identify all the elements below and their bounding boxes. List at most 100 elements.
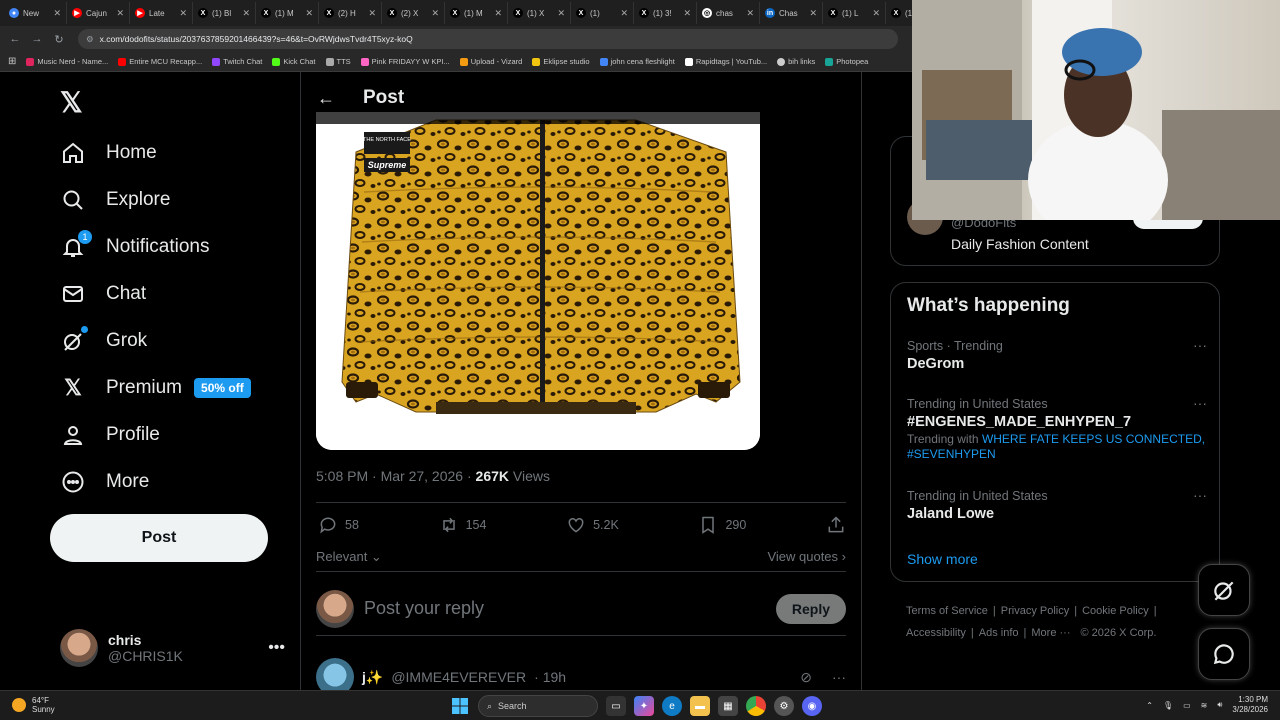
- browser-tab[interactable]: X (2) H ✕: [319, 2, 382, 24]
- nav-item-profile[interactable]: Profile: [60, 419, 160, 451]
- reload-icon[interactable]: ↻: [52, 33, 66, 46]
- chrome-icon[interactable]: [746, 696, 766, 716]
- browser-tab[interactable]: ◎ chas ✕: [697, 2, 760, 24]
- browser-tab[interactable]: X (1) M ✕: [445, 2, 508, 24]
- bookmark[interactable]: Rapidtags | YouTub...: [684, 57, 767, 66]
- taskbar-search[interactable]: ⌕ Search: [478, 695, 598, 717]
- more-dots-icon[interactable]: ···: [832, 669, 846, 685]
- nav-item-more[interactable]: More: [60, 466, 149, 498]
- reply-input[interactable]: Post your reply: [364, 598, 766, 619]
- nav-item-notifications[interactable]: 1 Notifications: [60, 230, 210, 263]
- nav-item-premium[interactable]: 𝕏 Premium 50% off: [60, 372, 251, 404]
- close-icon[interactable]: ✕: [872, 8, 880, 19]
- close-icon[interactable]: ✕: [242, 8, 250, 19]
- browser-tab[interactable]: ● New ✕: [4, 2, 67, 24]
- close-icon[interactable]: ✕: [557, 8, 565, 19]
- show-more-link[interactable]: Show more: [907, 551, 978, 567]
- more-dots-icon[interactable]: •••: [268, 639, 285, 657]
- reply-action[interactable]: 58: [318, 515, 359, 535]
- browser-tab[interactable]: X (1) L ✕: [823, 2, 886, 24]
- browser-tab[interactable]: ▶ Cajun ✕: [67, 2, 130, 24]
- back-arrow-icon[interactable]: ←: [8, 33, 22, 45]
- monitor-icon[interactable]: ▭: [1183, 701, 1191, 710]
- file-explorer-icon[interactable]: ▬: [690, 696, 710, 716]
- more-dots-icon[interactable]: ···: [1193, 337, 1207, 353]
- grok-fab-button[interactable]: [1198, 564, 1250, 616]
- more-dots-icon[interactable]: ···: [1193, 487, 1207, 503]
- browser-tab[interactable]: X (1) ✕: [571, 2, 634, 24]
- more-link[interactable]: More ···: [1031, 627, 1070, 639]
- trend-item[interactable]: Sports · Trending DeGrom ···: [907, 337, 1207, 372]
- close-icon[interactable]: ✕: [809, 8, 817, 19]
- post-image[interactable]: THE NORTH FACE Supreme: [316, 112, 760, 450]
- close-icon[interactable]: ✕: [305, 8, 313, 19]
- weather-widget[interactable]: 64°F Sunny: [12, 696, 55, 714]
- copilot-icon[interactable]: ✦: [634, 696, 654, 716]
- edge-icon[interactable]: e: [662, 696, 682, 716]
- close-icon[interactable]: ✕: [620, 8, 628, 19]
- more-dots-icon[interactable]: ···: [1193, 395, 1207, 411]
- bookmark[interactable]: Upload - Vizard: [459, 57, 522, 66]
- view-quotes-link[interactable]: View quotes ›: [767, 549, 846, 564]
- reply-button[interactable]: Reply: [775, 593, 846, 624]
- browser-tab[interactable]: X (2) X ✕: [382, 2, 445, 24]
- taskbar-clock[interactable]: 1:30 PM 3/28/2026: [1232, 695, 1268, 715]
- terms-link[interactable]: Terms of Service: [906, 605, 988, 617]
- browser-tab[interactable]: X (1) M ✕: [256, 2, 319, 24]
- ads-info-link[interactable]: Ads info: [979, 627, 1019, 639]
- grok-icon[interactable]: ⊘: [800, 669, 812, 686]
- bookmark[interactable]: Eklipse studio: [532, 57, 590, 66]
- repost-action[interactable]: 154: [439, 515, 486, 535]
- close-icon[interactable]: ✕: [368, 8, 376, 19]
- microphone-icon[interactable]: 🎙︎: [1163, 701, 1173, 710]
- site-info-icon[interactable]: ⚙: [86, 34, 94, 45]
- nav-item-home[interactable]: Home: [60, 137, 157, 169]
- close-icon[interactable]: ✕: [53, 8, 61, 19]
- bookmark[interactable]: Photopea: [825, 57, 868, 66]
- cookie-link[interactable]: Cookie Policy: [1082, 605, 1149, 617]
- close-icon[interactable]: ✕: [746, 8, 754, 19]
- close-icon[interactable]: ✕: [431, 8, 439, 19]
- reply-item[interactable]: j✨ @IMME4EVEREVER · 19h ⊘ ···: [316, 658, 846, 690]
- app-icon[interactable]: ⚙: [774, 696, 794, 716]
- nav-item-chat[interactable]: Chat: [60, 278, 146, 310]
- x-logo-icon[interactable]: 𝕏: [60, 86, 83, 119]
- store-icon[interactable]: ▦: [718, 696, 738, 716]
- task-view-icon[interactable]: ▭: [606, 696, 626, 716]
- browser-tab[interactable]: X (1) X ✕: [508, 2, 571, 24]
- accessibility-link[interactable]: Accessibility: [906, 627, 966, 639]
- close-icon[interactable]: ✕: [179, 8, 187, 19]
- like-action[interactable]: 5.2K: [566, 515, 619, 535]
- bookmark[interactable]: Music Nerd - Name...: [26, 57, 108, 66]
- browser-tab[interactable]: ▶ Late ✕: [130, 2, 193, 24]
- bookmark-action[interactable]: 290: [698, 515, 746, 535]
- bookmark[interactable]: Pink FRIDAYY W KPI...: [360, 57, 450, 66]
- volume-icon[interactable]: 🔊︎: [1217, 700, 1222, 710]
- sort-dropdown[interactable]: Relevant ⌄: [316, 549, 382, 565]
- close-icon[interactable]: ✕: [683, 8, 691, 19]
- messages-fab-button[interactable]: [1198, 628, 1250, 680]
- windows-start-icon[interactable]: [450, 696, 470, 716]
- bookmark[interactable]: bih links: [777, 57, 815, 66]
- bookmark[interactable]: TTS: [325, 57, 351, 66]
- discord-icon[interactable]: ◉: [802, 696, 822, 716]
- browser-tab[interactable]: X (1) Bl ✕: [193, 2, 256, 24]
- nav-item-grok[interactable]: Grok: [60, 325, 147, 357]
- post-button[interactable]: Post: [50, 514, 268, 562]
- bookmark[interactable]: Kick Chat: [272, 57, 316, 66]
- chevron-up-icon[interactable]: ⌃: [1146, 701, 1153, 710]
- wifi-icon[interactable]: ≋: [1201, 701, 1208, 710]
- apps-grid-icon[interactable]: ⊞: [8, 56, 16, 67]
- bookmark[interactable]: Entire MCU Recapp...: [118, 57, 202, 66]
- browser-tab[interactable]: in Chas ✕: [760, 2, 823, 24]
- bookmark[interactable]: john cena fleshlight: [599, 57, 675, 66]
- account-switcher[interactable]: chris @CHRIS1K •••: [60, 628, 285, 668]
- trend-item[interactable]: Trending in United States #ENGENES_MADE_…: [907, 395, 1207, 462]
- forward-arrow-icon[interactable]: →: [30, 33, 44, 45]
- close-icon[interactable]: ✕: [494, 8, 502, 19]
- back-arrow-icon[interactable]: ←: [317, 88, 335, 109]
- share-action[interactable]: [826, 515, 846, 535]
- trend-item[interactable]: Trending in United States Jaland Lowe ··…: [907, 487, 1207, 522]
- privacy-link[interactable]: Privacy Policy: [1001, 605, 1069, 617]
- browser-tab[interactable]: X (1) 3! ✕: [634, 2, 697, 24]
